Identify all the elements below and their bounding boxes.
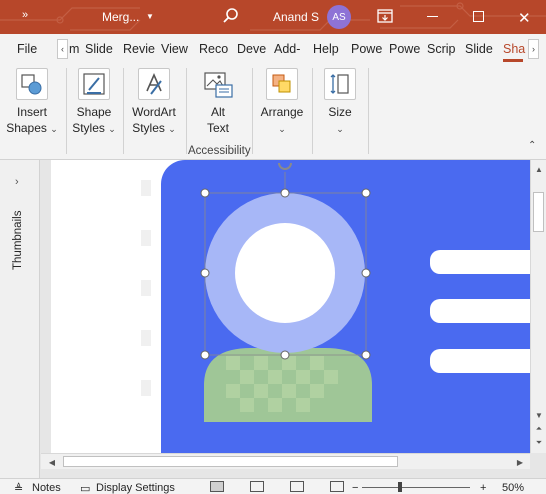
tab-view[interactable]: View <box>161 42 188 56</box>
insert-shapes-label-2: Shapes <box>6 121 47 135</box>
scroll-up-button[interactable]: ▲ <box>532 162 546 176</box>
tab-power-1[interactable]: Powe <box>351 42 382 56</box>
status-bar: ≜ Notes ▭ Display Settings − + 50% <box>0 478 546 494</box>
tab-shape-format[interactable]: Sha <box>503 42 525 56</box>
tab-review[interactable]: Revie <box>123 42 155 56</box>
ribbon: Insert Shapes ⌄ Shape Styles ⌄ WordArt Styl… <box>0 64 546 160</box>
zoom-in-button[interactable]: + <box>480 482 486 494</box>
shape-styles-icon <box>78 68 110 100</box>
rotate-handle-icon[interactable] <box>278 162 292 170</box>
zoom-slider-thumb[interactable] <box>398 482 402 492</box>
alt-text-label-1: Alt <box>210 105 225 119</box>
group-separator <box>186 68 187 154</box>
tab-file[interactable]: File <box>17 42 37 56</box>
arrange-button[interactable]: Arrange ⌄ <box>258 68 306 137</box>
group-separator <box>66 68 67 154</box>
slide-sorter-view-button[interactable] <box>250 481 264 492</box>
collapse-ribbon-icon[interactable]: ⌃ <box>528 140 536 151</box>
normal-view-button[interactable] <box>210 481 224 492</box>
slide-shapes-layer <box>200 162 372 422</box>
tab-slide[interactable]: Slide <box>465 42 493 56</box>
wordart-styles-label-2: Styles <box>132 121 165 135</box>
tab-help[interactable]: Help <box>313 42 339 56</box>
chevron-down-icon[interactable]: ▼ <box>146 12 154 21</box>
vertical-scrollbar[interactable]: ▲ ▼ ⏶ ⏷ <box>530 160 546 453</box>
reading-view-button[interactable] <box>290 481 304 492</box>
minimize-button[interactable] <box>427 16 438 17</box>
accessibility-group-label: Accessibility <box>188 145 251 157</box>
size-label: Size <box>328 105 352 119</box>
chevron-down-icon: ⌄ <box>108 124 116 134</box>
avatar[interactable]: AS <box>327 5 351 29</box>
group-separator <box>312 68 313 154</box>
search-icon[interactable] <box>222 7 240 25</box>
notes-button[interactable]: Notes <box>32 482 61 494</box>
wordart-styles-label-1: WordArt <box>132 105 176 119</box>
shape-styles-button[interactable]: Shape Styles ⌄ <box>70 68 118 137</box>
tab-script[interactable]: Scrip <box>427 42 455 56</box>
tab-scroll-left-button[interactable]: ‹ <box>57 39 68 59</box>
arrange-icon <box>266 68 298 100</box>
ribbon-tab-row: File m Slide Revie View Reco Deve Add- H… <box>0 34 546 64</box>
zoom-out-button[interactable]: − <box>352 482 358 494</box>
wordart-styles-icon <box>138 68 170 100</box>
chevron-down-icon: ⌄ <box>168 124 176 134</box>
scroll-down-button[interactable]: ▼ <box>532 408 546 422</box>
tab-developer[interactable]: Deve <box>237 42 266 56</box>
ribbon-display-options-icon[interactable] <box>377 9 393 23</box>
title-bar: » Merg... ▼ Anand S AS ✕ <box>0 0 546 34</box>
insert-shapes-label-1: Insert <box>16 105 47 119</box>
zoom-percent[interactable]: 50% <box>502 482 524 494</box>
close-button[interactable]: ✕ <box>518 9 531 27</box>
scroll-left-button[interactable]: ◀ <box>45 455 59 469</box>
size-button[interactable]: Size ⌄ <box>320 68 360 137</box>
tab-slide-show[interactable]: Slide <box>85 42 113 56</box>
scroll-right-button[interactable]: ▶ <box>513 455 527 469</box>
insert-shapes-button[interactable]: Insert Shapes ⌄ <box>6 68 58 137</box>
tab-record[interactable]: Reco <box>199 42 228 56</box>
slide-page <box>51 160 530 453</box>
arrange-label: Arrange <box>260 105 304 119</box>
document-title[interactable]: Merg... <box>102 10 139 24</box>
person-head-inner-circle <box>235 223 335 323</box>
wordart-styles-button[interactable]: WordArt Styles ⌄ <box>127 68 181 137</box>
size-icon <box>324 68 356 100</box>
chevron-down-icon: ⌄ <box>336 124 344 134</box>
tab-scroll-right-button[interactable]: › <box>528 39 539 59</box>
vertical-scroll-thumb[interactable] <box>533 192 544 232</box>
tab-home-partial[interactable]: m <box>69 42 79 56</box>
next-slide-button[interactable]: ⏷ <box>532 436 546 450</box>
maximize-button[interactable] <box>473 11 484 22</box>
alt-text-label-2: Text <box>206 121 229 135</box>
display-settings-button[interactable]: Display Settings <box>96 482 175 494</box>
alt-text-button[interactable]: Alt Text <box>194 68 242 136</box>
horizontal-scrollbar[interactable]: ◀ ▶ <box>41 453 530 469</box>
shape-styles-label-1: Shape <box>76 105 112 119</box>
notes-icon[interactable]: ≜ <box>14 482 23 494</box>
user-name[interactable]: Anand S <box>273 10 319 24</box>
zoom-slider-track[interactable] <box>362 487 470 488</box>
slide-editing-area[interactable] <box>41 160 530 453</box>
active-tab-indicator <box>503 59 523 62</box>
chevron-down-icon: ⌄ <box>278 124 286 134</box>
qat-overflow-button[interactable]: » <box>22 9 28 21</box>
tab-power-2[interactable]: Powe <box>389 42 420 56</box>
display-settings-icon[interactable]: ▭ <box>80 482 90 494</box>
previous-slide-button[interactable]: ⏶ <box>532 422 546 436</box>
tab-add-ins[interactable]: Add- <box>274 42 300 56</box>
group-separator <box>368 68 369 154</box>
slide-show-view-button[interactable] <box>330 481 344 492</box>
insert-shapes-icon <box>16 68 48 100</box>
alt-text-icon <box>202 68 234 100</box>
thumbnails-pane[interactable] <box>0 160 40 478</box>
horizontal-scroll-thumb[interactable] <box>63 456 398 467</box>
group-separator <box>123 68 124 154</box>
chevron-right-icon[interactable]: › <box>15 176 19 188</box>
chevron-down-icon: ⌄ <box>50 124 58 134</box>
group-separator <box>252 68 253 154</box>
shape-styles-label-2: Styles <box>72 121 105 135</box>
thumbnails-pane-label[interactable]: Thumbnails <box>12 211 24 270</box>
